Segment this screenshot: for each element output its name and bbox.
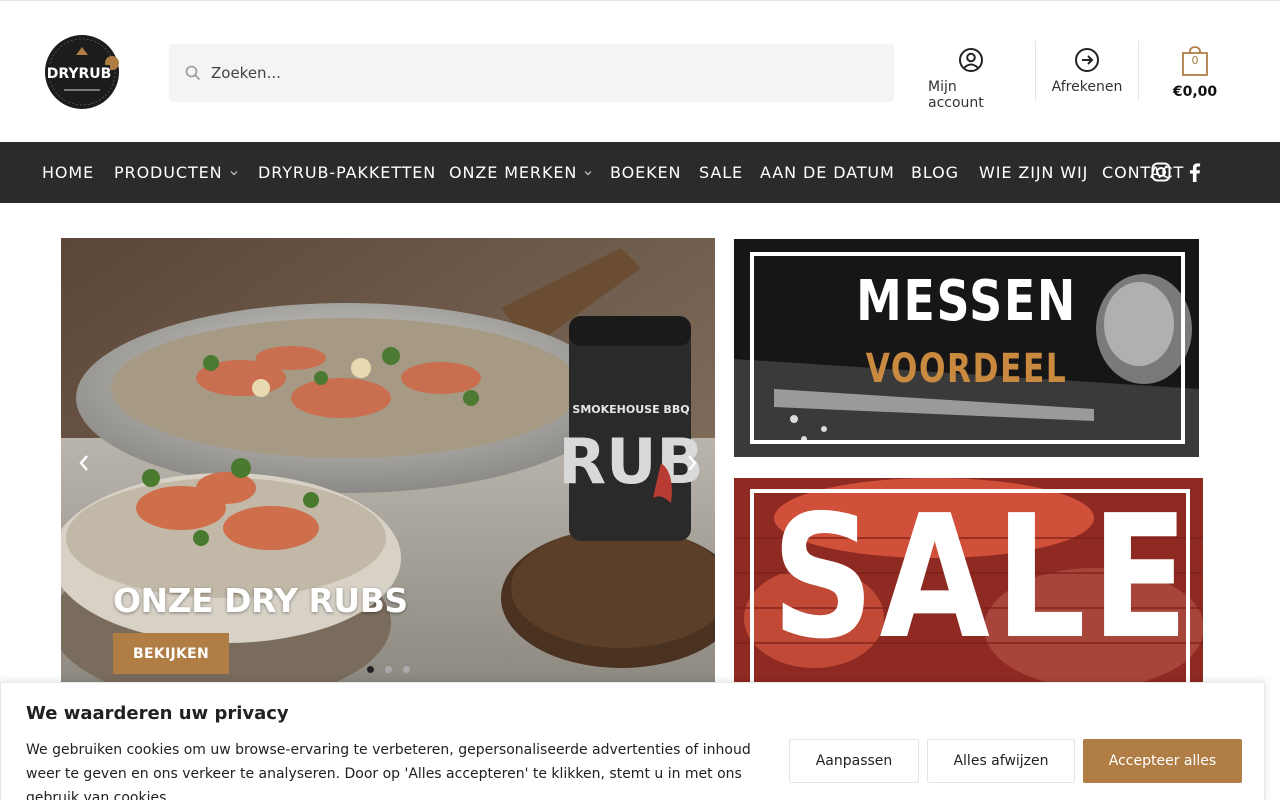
product-label: SMOKEHOUSE BBQ <box>572 403 689 416</box>
shopping-bag-icon: 0 <box>1181 46 1209 76</box>
header-divider <box>1035 41 1036 101</box>
nav-item-label: BLOG <box>911 163 959 182</box>
nav-item-label: WIE ZIJN WIJ <box>979 163 1089 182</box>
logo-text: DRYRUB <box>47 66 112 82</box>
promo-sale-banner[interactable]: SALE <box>734 478 1203 683</box>
checkout-label: Afrekenen <box>1051 79 1123 95</box>
checkout-link[interactable]: Afrekenen <box>1050 47 1124 95</box>
hero-slider[interactable]: SMOKEHOUSE BBQ RUB ONZE DRY RUBS BEKIJKE… <box>61 238 715 682</box>
hero-title: ONZE DRY RUBS <box>113 581 408 620</box>
slider-dot-2[interactable] <box>385 666 392 673</box>
nav-item-label: BOEKEN <box>610 163 682 182</box>
nav-item-blog[interactable]: BLOG <box>911 142 959 203</box>
nav-item-sale[interactable]: SALE <box>699 142 743 203</box>
cookie-title: We waarderen uw privacy <box>26 703 289 724</box>
promo-messen-banner[interactable]: MESSEN VOORDEEL <box>734 239 1199 457</box>
nav-item-onze-merken[interactable]: ONZE MERKEN <box>449 142 592 203</box>
search-bar[interactable] <box>169 44 894 102</box>
messen-title: MESSEN <box>856 269 1077 334</box>
account-label: Mijn account <box>928 79 984 111</box>
next-arrow-icon[interactable] <box>683 453 701 473</box>
cookie-banner: We waarderen uw privacy We gebruiken coo… <box>0 682 1265 800</box>
header-divider <box>1138 41 1139 101</box>
user-icon <box>958 47 984 73</box>
chevron-down-icon <box>230 169 238 177</box>
nav-item-home[interactable]: HOME <box>42 142 94 203</box>
chevron-down-icon <box>584 169 592 177</box>
messen-subtitle: VOORDEEL <box>865 346 1068 392</box>
accept-all-button[interactable]: Accepteer alles <box>1083 739 1242 783</box>
nav-item-label: SALE <box>699 163 744 182</box>
customize-button[interactable]: Aanpassen <box>789 739 919 783</box>
account-link[interactable]: Mijn account <box>928 47 1014 111</box>
cart-total: €0,00 <box>1172 84 1218 100</box>
reject-all-button[interactable]: Alles afwijzen <box>927 739 1075 783</box>
product-name: RUB <box>558 425 703 498</box>
nav-item-label: ONZE MERKEN <box>449 163 578 182</box>
site-header: DRYRUB Mijn account Afrekenen <box>0 1 1280 141</box>
nav-item-aan-de-datum[interactable]: AAN DE DATUM <box>760 142 895 203</box>
nav-item-label: HOME <box>42 163 95 182</box>
cookie-text: We gebruiken cookies om uw browse-ervari… <box>26 742 751 800</box>
cart-count: 0 <box>1191 54 1199 67</box>
nav-item-boeken[interactable]: BOEKEN <box>610 142 681 203</box>
facebook-icon[interactable] <box>1184 161 1206 183</box>
nav-item-producten[interactable]: PRODUCTEN <box>114 142 238 203</box>
search-input[interactable] <box>211 64 851 82</box>
nav-item-wie-zijn-wij[interactable]: WIE ZIJN WIJ <box>979 142 1088 203</box>
nav-item-label: PRODUCTEN <box>114 163 223 182</box>
nav-item-label: AAN DE DATUM <box>760 163 895 182</box>
logo[interactable]: DRYRUB <box>42 33 122 111</box>
nav-item-label: DRYRUB-PAKKETTEN <box>258 163 437 182</box>
search-icon <box>185 65 201 81</box>
cart-link[interactable]: 0 €0,00 <box>1168 46 1222 100</box>
main-nav: HOME PRODUCTEN DRYRUB-PAKKETTEN ONZE MER… <box>0 142 1280 203</box>
hero-view-button[interactable]: BEKIJKEN <box>113 633 229 674</box>
slider-dot-3[interactable] <box>403 666 410 673</box>
arrow-right-circle-icon <box>1074 47 1100 73</box>
sale-title: SALE <box>771 479 1194 677</box>
slider-dot-1[interactable] <box>367 666 374 673</box>
prev-arrow-icon[interactable] <box>75 453 93 473</box>
page: DRYRUB Mijn account Afrekenen <box>0 0 1280 800</box>
instagram-icon[interactable] <box>1150 161 1172 183</box>
nav-item-dryrub-pakketten[interactable]: DRYRUB-PAKKETTEN <box>258 142 436 203</box>
